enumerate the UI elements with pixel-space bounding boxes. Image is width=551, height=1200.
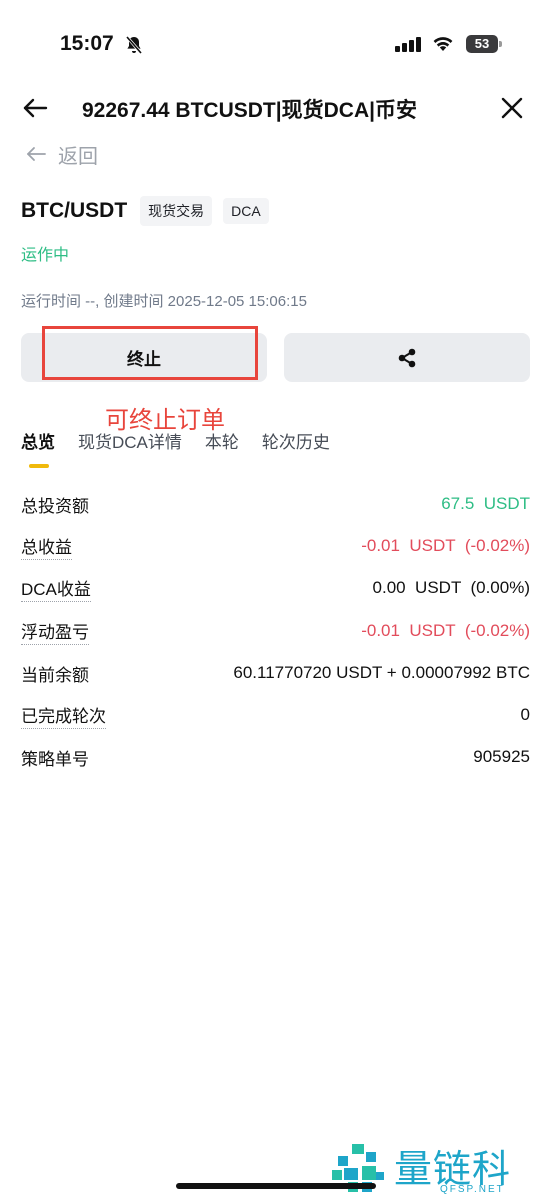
tag-dca: DCA <box>223 198 269 224</box>
page-title: 92267.44 BTCUSDT|现货DCA|币安 <box>82 99 417 122</box>
tab-overview[interactable]: 总览 <box>21 428 55 453</box>
row-label[interactable]: 已完成轮次 <box>21 702 106 729</box>
tab-dca-details[interactable]: 现货DCA详情 <box>78 428 182 453</box>
share-icon <box>398 348 416 367</box>
back-link-label: 返回 <box>58 145 98 168</box>
cellular-signal-icon <box>395 37 421 52</box>
back-arrow-icon[interactable] <box>22 96 48 120</box>
row-label[interactable]: 浮动盈亏 <box>21 618 89 645</box>
row-label[interactable]: 总收益 <box>21 533 72 560</box>
close-icon[interactable] <box>500 96 524 120</box>
run-time-info: 运行时间 --, 创建时间 2025-12-05 15:06:15 <box>21 293 307 310</box>
row-total-profit: 总收益 -0.01 USDT (-0.02%) <box>21 532 530 560</box>
top-navigation: 92267.44 BTCUSDT|现货DCA|币安 <box>0 88 551 128</box>
tab-current-round[interactable]: 本轮 <box>205 428 239 453</box>
row-label: 策略单号 <box>21 749 89 769</box>
row-completed-rounds: 已完成轮次 0 <box>21 701 530 729</box>
tab-bar: 总览 现货DCA详情 本轮 轮次历史 <box>21 428 353 453</box>
watermark-domain: QFSP.NET <box>440 1184 505 1195</box>
row-total-investment: 总投资额 67.5 USDT <box>21 490 530 518</box>
pair-header: BTC/USDT 现货交易 DCA <box>21 196 280 226</box>
row-floating-pnl: 浮动盈亏 -0.01 USDT (-0.02%) <box>21 617 530 645</box>
row-value: 67.5 USDT <box>441 494 530 513</box>
tab-round-history[interactable]: 轮次历史 <box>262 428 330 453</box>
status-time: 15:07 <box>60 32 114 55</box>
battery-level: 53 <box>466 35 498 53</box>
row-value: -0.01 USDT (-0.02%) <box>361 621 530 640</box>
battery-indicator: 53 <box>466 35 502 53</box>
row-value: 0 <box>520 705 530 724</box>
status-badge: 运作中 <box>21 247 70 264</box>
home-indicator[interactable] <box>176 1183 376 1189</box>
row-label: 当前余额 <box>21 665 89 685</box>
trading-pair: BTC/USDT <box>21 199 128 222</box>
active-tab-indicator <box>29 464 49 468</box>
row-value: -0.01 USDT (-0.02%) <box>361 536 530 555</box>
row-dca-profit: DCA收益 0.00 USDT (0.00%) <box>21 574 530 602</box>
back-link[interactable]: 返回 <box>26 140 98 168</box>
row-label[interactable]: DCA收益 <box>21 575 91 602</box>
row-value: 0.00 USDT (0.00%) <box>372 578 530 597</box>
annotation-highlight-box <box>42 326 258 380</box>
row-value: 905925 <box>473 747 530 766</box>
row-label: 总投资额 <box>21 496 89 516</box>
share-button[interactable] <box>284 333 530 382</box>
row-value: 60.11770720 USDT + 0.00007992 BTC <box>233 663 530 682</box>
bell-muted-icon <box>125 36 143 54</box>
row-strategy-id: 策略单号 905925 <box>21 743 530 771</box>
status-bar: 15:07 53 <box>0 0 551 88</box>
row-current-balance: 当前余额 60.11770720 USDT + 0.00007992 BTC <box>21 659 530 687</box>
wifi-icon <box>433 37 453 51</box>
tag-spot-trading: 现货交易 <box>140 196 213 226</box>
back-arrow-small-icon <box>27 147 46 161</box>
